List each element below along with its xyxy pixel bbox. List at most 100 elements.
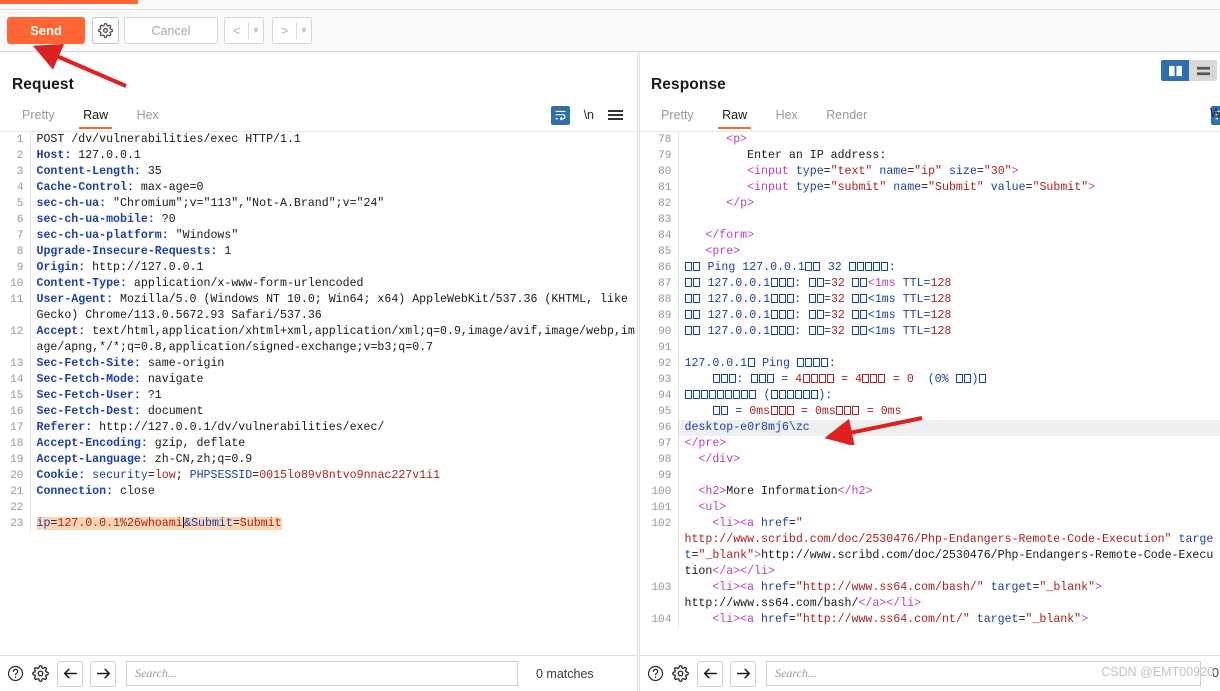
code-text[interactable]: Cookie: security=low; PHPSESSID=0015lo89…	[30, 468, 637, 484]
word-wrap-icon[interactable]	[550, 105, 570, 125]
help-circle-icon[interactable]	[5, 664, 25, 684]
code-token: "_blank"	[698, 549, 755, 562]
code-text[interactable]: Origin: http://127.0.0.1	[30, 260, 637, 276]
unrenderable-glyph	[816, 278, 824, 287]
code-text[interactable]: : = 4 = 4 = 0 (0% )	[678, 372, 1220, 388]
highlighted-parameter: ip=127.0.0.1%26whoami &Submit=Submit	[36, 517, 282, 530]
search-back-button[interactable]	[57, 660, 83, 687]
hamburger-menu-icon[interactable]	[608, 109, 623, 121]
tab-response-render[interactable]: Render	[814, 103, 879, 129]
stacked-layout-icon[interactable]	[1189, 60, 1217, 81]
code-text[interactable]	[678, 468, 1220, 484]
tab-request-pretty[interactable]: Pretty	[10, 103, 67, 129]
code-text[interactable]: = 0ms = 0ms = 0ms	[678, 404, 1220, 420]
code-text[interactable]: Sec-Fetch-User: ?1	[30, 388, 637, 404]
chevron-down-icon[interactable]: ▼	[249, 18, 263, 43]
code-token: Ping	[755, 357, 797, 370]
code-text[interactable]: </form>	[678, 228, 1220, 244]
response-editor[interactable]: 78 <p> 79 Enter an IP address: 80 <input t…	[640, 131, 1220, 655]
tab-request-hex[interactable]: Hex	[125, 103, 171, 129]
gear-icon[interactable]	[30, 664, 50, 684]
code-text[interactable]: <h2>More Information</h2>	[678, 484, 1220, 500]
tab-response-raw[interactable]: Raw	[710, 103, 759, 129]
code-text[interactable]: sec-ch-ua-platform: "Windows"	[30, 228, 637, 244]
code-text[interactable]	[678, 212, 1220, 228]
code-text[interactable]: Referer: http://127.0.0.1/dv/vulnerabili…	[30, 420, 637, 436]
code-text[interactable]: <p>	[678, 132, 1220, 148]
unrenderable-glyph	[693, 262, 700, 271]
code-text[interactable]: 127.0.0.1: =32 <1ms TTL=128	[678, 324, 1220, 340]
search-forward-button[interactable]	[730, 660, 756, 687]
code-text[interactable]: sec-ch-ua: "Chromium";v="113","Not-A.Bra…	[30, 196, 637, 212]
code-text[interactable]: </pre>	[678, 436, 1220, 452]
request-editor[interactable]: 1 POST /dv/vulnerabilities/exec HTTP/1.1 2…	[0, 131, 637, 655]
code-text[interactable]: Host: 127.0.0.1	[30, 148, 637, 164]
code-text[interactable]: Cache-Control: max-age=0	[30, 180, 637, 196]
tab-request-raw[interactable]: Raw	[71, 103, 120, 129]
code-text[interactable]: ip=127.0.0.1%26whoami &Submit=Submit	[30, 516, 637, 532]
unrenderable-glyph	[865, 262, 873, 271]
show-newlines-toggle[interactable]: \n	[584, 108, 594, 122]
search-input[interactable]: Search...	[766, 661, 1201, 686]
code-text[interactable]: 127.0.0.1: =32 <1ms TTL=128	[678, 276, 1220, 292]
send-button[interactable]: Send	[7, 17, 85, 44]
unrenderable-glyph	[794, 390, 802, 399]
next-request-button[interactable]: > ▼	[272, 17, 312, 44]
line-number: 7	[0, 228, 31, 244]
request-editor-tools: \n	[550, 102, 623, 128]
code-text[interactable]: Accept-Encoding: gzip, deflate	[30, 436, 637, 452]
code-text[interactable]: <input type="submit" name="Submit" value…	[678, 180, 1220, 196]
code-token: 32	[830, 309, 845, 322]
code-token: gzip, deflate	[147, 437, 246, 450]
code-text[interactable]: User-Agent: Mozilla/5.0 (Windows NT 10.0…	[30, 292, 637, 324]
code-text[interactable]: <li><a href=" http://www.scribd.com/doc/…	[678, 516, 1220, 580]
previous-request-button[interactable]: < ▼	[224, 17, 264, 44]
line-number: 94	[640, 388, 679, 404]
code-text[interactable]: Upgrade-Insecure-Requests: 1	[30, 244, 637, 260]
tab-response-hex[interactable]: Hex	[764, 103, 810, 129]
code-text[interactable]: Sec-Fetch-Mode: navigate	[30, 372, 637, 388]
code-text[interactable]: Content-Type: application/x-www-form-url…	[30, 276, 637, 292]
code-text[interactable]: ():	[678, 388, 1220, 404]
unrenderable-glyph	[685, 262, 692, 271]
code-token: text/html,application/xhtml+xml,applicat…	[36, 325, 635, 354]
code-text[interactable]	[678, 340, 1220, 356]
code-text[interactable]: <li><a href="http://www.ss64.com/bash/" …	[678, 580, 1220, 612]
code-text[interactable]: <li><a href="http://www.ss64.com/nt/" ta…	[678, 612, 1220, 628]
code-text[interactable]: <pre>	[678, 244, 1220, 260]
code-text[interactable]: Content-Length: 35	[30, 164, 637, 180]
code-token: <pre>	[705, 245, 741, 258]
code-text[interactable]: sec-ch-ua-mobile: ?0	[30, 212, 637, 228]
code-text[interactable]: Accept-Language: zh-CN,zh;q=0.9	[30, 452, 637, 468]
code-text[interactable]: 127.0.0.1: =32 <1ms TTL=128	[678, 308, 1220, 324]
code-text[interactable]: POST /dv/vulnerabilities/exec HTTP/1.1	[30, 132, 637, 148]
code-text[interactable]: Connection: close	[30, 484, 637, 500]
code-text[interactable]: 127.0.0.1: =32 <1ms TTL=128	[678, 292, 1220, 308]
code-text[interactable]: Accept: text/html,application/xhtml+xml,…	[30, 324, 637, 356]
code-text[interactable]: <input type="text" name="ip" size="30">	[678, 164, 1220, 180]
chevron-down-icon[interactable]: ▼	[297, 18, 311, 43]
split-vertical-layout-icon[interactable]	[1161, 60, 1189, 81]
code-text[interactable]: Sec-Fetch-Site: same-origin	[30, 356, 637, 372]
code-token: =	[824, 309, 831, 322]
unrenderable-glyph	[786, 390, 794, 399]
code-text[interactable]: </div>	[678, 452, 1220, 468]
search-input[interactable]: Search...	[126, 661, 518, 686]
code-text[interactable]: Enter an IP address:	[678, 148, 1220, 164]
help-circle-icon[interactable]	[645, 664, 665, 684]
code-text[interactable]: desktop-e0r8mj6\zc	[678, 420, 1220, 436]
search-forward-button[interactable]	[90, 660, 116, 687]
code-text[interactable]: Sec-Fetch-Dest: document	[30, 404, 637, 420]
code-text[interactable]: 127.0.0.1 Ping :	[678, 356, 1220, 372]
gear-icon[interactable]	[92, 17, 119, 44]
tab-response-pretty[interactable]: Pretty	[649, 103, 706, 129]
gear-icon[interactable]	[670, 664, 690, 684]
code-text[interactable]: </p>	[678, 196, 1220, 212]
code-text[interactable]	[30, 500, 637, 516]
code-text[interactable]: Ping 127.0.0.1 32 :	[678, 260, 1220, 276]
code-text[interactable]: <ul>	[678, 500, 1220, 516]
code-token: >	[1095, 581, 1103, 594]
cancel-button[interactable]: Cancel	[124, 17, 218, 44]
search-back-button[interactable]	[697, 660, 723, 687]
